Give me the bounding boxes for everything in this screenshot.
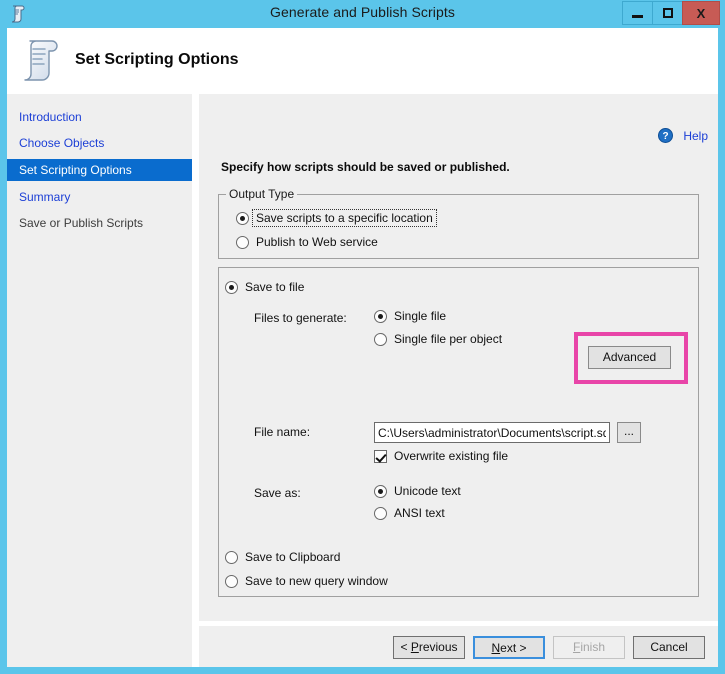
browse-button[interactable]: ... [617, 422, 641, 443]
wizard-nav-buttons: < Previous Next > Finish Cancel [393, 636, 705, 659]
svg-text:?: ? [662, 131, 668, 142]
maximize-icon [662, 8, 673, 18]
checkbox-label: Overwrite existing file [394, 449, 509, 463]
next-accel: N [491, 641, 501, 655]
sidebar-item-choose-objects[interactable]: Choose Objects [7, 132, 192, 154]
window-title: Generate and Publish Scripts [270, 4, 455, 20]
finish-post: inish [580, 640, 606, 654]
previous-accel: P [410, 640, 419, 654]
radio-label: Single file per object [394, 332, 503, 346]
sidebar-item-summary[interactable]: Summary [7, 186, 192, 208]
output-type-group: Output Type Save scripts to a specific l… [218, 187, 699, 259]
next-button[interactable]: Next > [473, 636, 545, 659]
instruction-text: Specify how scripts should be saved or p… [221, 160, 510, 174]
sidebar-item-set-scripting-options[interactable]: Set Scripting Options [7, 159, 204, 181]
radio-label: Single file [394, 309, 447, 323]
previous-pre: < [400, 640, 411, 654]
script-scroll-icon [14, 34, 66, 86]
radio-indicator [225, 550, 238, 564]
radio-label: Save to file [245, 280, 305, 294]
previous-post: revious [418, 640, 458, 654]
radio-single-file[interactable]: Single file [374, 309, 446, 323]
file-name-input[interactable] [374, 422, 610, 443]
radio-save-scripts-to-location[interactable]: Save scripts to a specific location [236, 209, 437, 227]
save-options-group: Save to file Advanced Files to generate:… [218, 267, 699, 597]
radio-single-file-per-object[interactable]: Single file per object [374, 332, 502, 346]
help-link[interactable]: Help [683, 129, 708, 143]
dialog-window: Generate and Publish Scripts X Set Scrip… [0, 0, 725, 674]
help-question-icon[interactable]: ? [658, 128, 673, 143]
save-as-label: Save as: [254, 486, 301, 500]
footer-bar: < Previous Next > Finish Cancel [199, 626, 718, 667]
next-post: ext > [500, 641, 527, 655]
radio-label: Save scripts to a specific location [252, 209, 437, 227]
sidebar-divider [192, 94, 199, 667]
title-bar: Generate and Publish Scripts X [0, 0, 725, 28]
minimize-button[interactable] [622, 1, 652, 25]
client-area: Set Scripting Options Introduction Choos… [7, 28, 718, 667]
sidebar-item-save-or-publish-scripts: Save or Publish Scripts [19, 216, 144, 230]
close-button[interactable]: X [682, 1, 720, 25]
output-type-legend: Output Type [226, 187, 298, 201]
radio-label: Save to new query window [245, 574, 388, 588]
wizard-sidebar: Introduction Choose Objects Set Scriptin… [7, 94, 204, 667]
radio-label: Save to Clipboard [245, 550, 341, 564]
checkbox-indicator [374, 449, 387, 463]
radio-unicode-text[interactable]: Unicode text [374, 484, 461, 498]
previous-button[interactable]: < Previous [393, 636, 465, 659]
radio-save-to-new-query-window[interactable]: Save to new query window [225, 574, 388, 588]
cancel-pre: Cancel [650, 640, 688, 654]
radio-save-to-clipboard[interactable]: Save to Clipboard [225, 550, 340, 564]
checkbox-overwrite-existing-file[interactable]: Overwrite existing file [374, 449, 508, 463]
sidebar-item-introduction[interactable]: Introduction [7, 106, 192, 128]
window-controls: X [622, 1, 720, 25]
radio-publish-to-web-service[interactable]: Publish to Web service [236, 235, 378, 249]
radio-indicator [236, 211, 249, 225]
maximize-button[interactable] [652, 1, 682, 25]
radio-indicator [374, 484, 387, 498]
files-to-generate-label: Files to generate: [254, 311, 347, 325]
file-name-label: File name: [254, 425, 311, 439]
header-banner: Set Scripting Options [7, 28, 718, 94]
radio-label: ANSI text [394, 506, 445, 520]
radio-indicator [225, 574, 238, 588]
finish-button: Finish [553, 636, 625, 659]
radio-indicator [236, 235, 249, 249]
radio-indicator [225, 280, 238, 294]
page-title: Set Scripting Options [75, 51, 239, 68]
radio-save-to-file[interactable]: Save to file [225, 280, 304, 294]
radio-label: Unicode text [394, 484, 461, 498]
radio-indicator [374, 332, 387, 346]
cancel-button[interactable]: Cancel [633, 636, 705, 659]
radio-indicator [374, 309, 387, 323]
minimize-icon [632, 14, 643, 18]
radio-indicator [374, 506, 387, 520]
radio-ansi-text[interactable]: ANSI text [374, 506, 445, 520]
main-panel: ? Help Specify how scripts should be sav… [199, 94, 718, 621]
radio-label: Publish to Web service [256, 235, 378, 249]
advanced-button[interactable]: Advanced [588, 346, 671, 369]
